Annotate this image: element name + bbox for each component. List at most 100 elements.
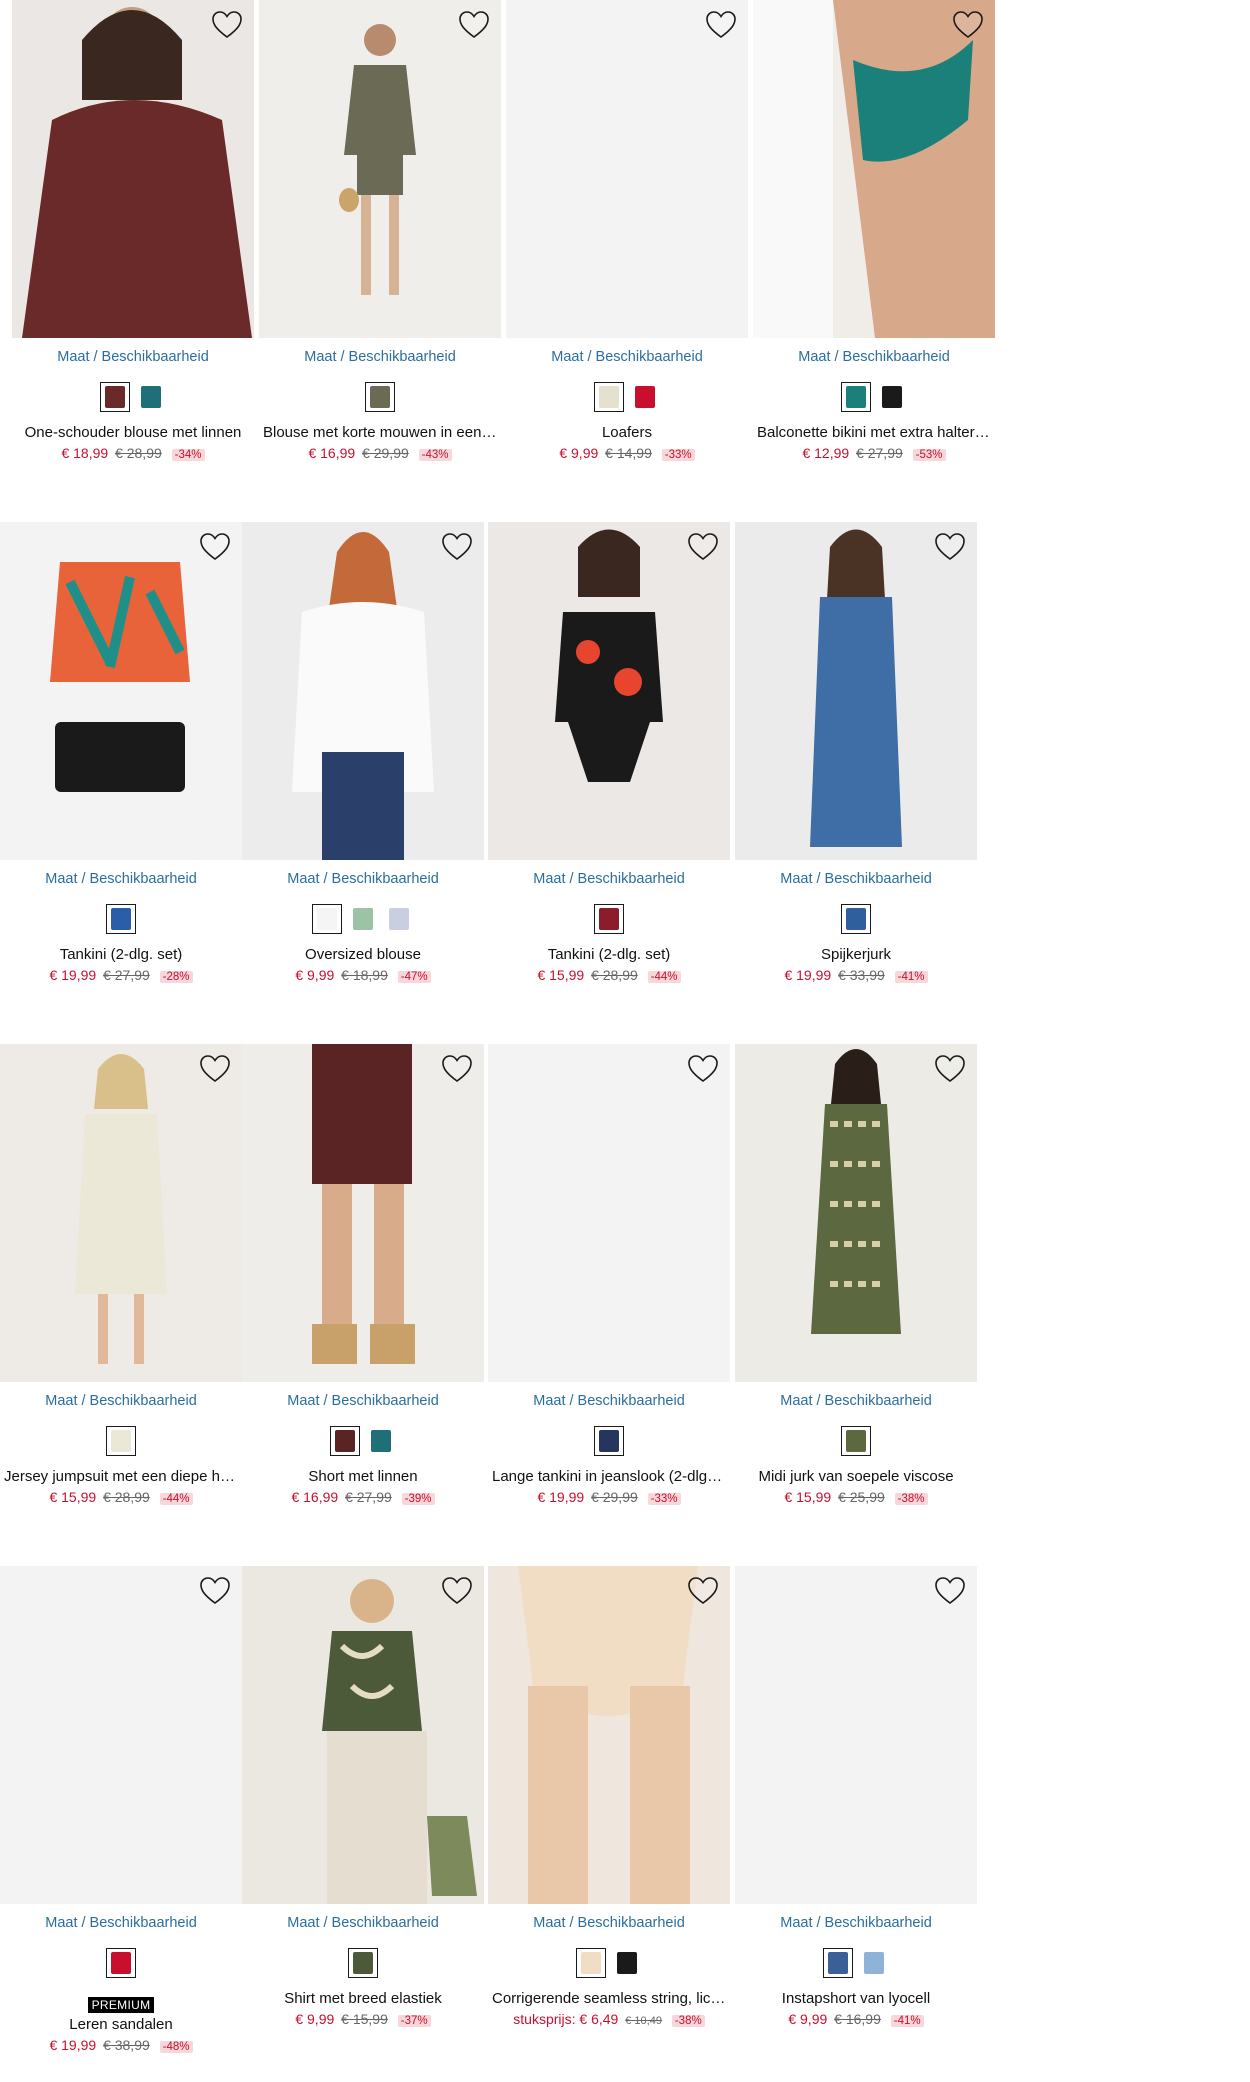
product-image[interactable] xyxy=(242,1566,484,1904)
product-image-container[interactable] xyxy=(0,1566,242,1904)
product-name[interactable]: Balconette bikini met extra halter ... xyxy=(757,424,991,441)
product-card[interactable]: Maat / Beschikbaarheid One-schouder blou… xyxy=(12,0,254,470)
favorite-heart-icon[interactable] xyxy=(951,8,985,42)
size-availability-link[interactable]: Maat / Beschikbaarheid xyxy=(0,1393,242,1409)
color-swatch[interactable] xyxy=(841,904,871,934)
product-image[interactable] xyxy=(242,1044,484,1382)
color-swatch[interactable] xyxy=(594,1426,624,1456)
product-image[interactable] xyxy=(488,522,730,860)
favorite-heart-icon[interactable] xyxy=(198,1052,232,1086)
product-image-container[interactable] xyxy=(488,1044,730,1382)
product-image-container[interactable] xyxy=(488,522,730,860)
color-swatch[interactable] xyxy=(841,382,871,412)
product-image[interactable] xyxy=(259,0,501,338)
product-name[interactable]: Lange tankini in jeanslook (2-dlg. set) xyxy=(492,1468,726,1485)
size-availability-link[interactable]: Maat / Beschikbaarheid xyxy=(488,1393,730,1409)
size-availability-link[interactable]: Maat / Beschikbaarheid xyxy=(12,349,254,365)
size-availability-link[interactable]: Maat / Beschikbaarheid xyxy=(506,349,748,365)
product-image-container[interactable] xyxy=(753,0,995,338)
product-image-container[interactable] xyxy=(242,1566,484,1904)
product-name[interactable]: Tankini (2-dlg. set) xyxy=(492,946,726,963)
color-swatch[interactable] xyxy=(594,904,624,934)
color-swatch[interactable] xyxy=(100,382,130,412)
color-swatch[interactable] xyxy=(859,1948,889,1978)
product-name[interactable]: Leren sandalen xyxy=(4,2016,238,2033)
size-availability-link[interactable]: Maat / Beschikbaarheid xyxy=(242,1915,484,1931)
product-image-container[interactable] xyxy=(0,522,242,860)
favorite-heart-icon[interactable] xyxy=(704,8,738,42)
color-swatch[interactable] xyxy=(312,904,342,934)
product-image-container[interactable] xyxy=(0,1044,242,1382)
product-image-container[interactable] xyxy=(259,0,501,338)
favorite-heart-icon[interactable] xyxy=(933,1052,967,1086)
product-name[interactable]: Tankini (2-dlg. set) xyxy=(4,946,238,963)
product-card[interactable]: Maat / Beschikbaarheid Balconette bikini… xyxy=(753,0,995,470)
color-swatch[interactable] xyxy=(348,904,378,934)
color-swatch[interactable] xyxy=(877,382,907,412)
product-image-container[interactable] xyxy=(242,1044,484,1382)
product-name[interactable]: Shirt met breed elastiek xyxy=(246,1990,480,2007)
size-availability-link[interactable]: Maat / Beschikbaarheid xyxy=(259,349,501,365)
product-image-container[interactable] xyxy=(735,1044,977,1382)
size-availability-link[interactable]: Maat / Beschikbaarheid xyxy=(488,1915,730,1931)
product-card[interactable]: Maat / Beschikbaarheid Short met linnen … xyxy=(242,1044,484,1514)
product-name[interactable]: Oversized blouse xyxy=(246,946,480,963)
color-swatch[interactable] xyxy=(366,1426,396,1456)
product-name[interactable]: Blouse met korte mouwen in een vi... xyxy=(263,424,497,441)
product-card[interactable]: Maat / Beschikbaarheid Oversized blouse … xyxy=(242,522,484,992)
color-swatch[interactable] xyxy=(348,1948,378,1978)
product-image-container[interactable] xyxy=(506,0,748,338)
product-name[interactable]: Short met linnen xyxy=(246,1468,480,1485)
product-card[interactable]: Maat / Beschikbaarheid Tankini (2-dlg. s… xyxy=(488,522,730,992)
product-image[interactable] xyxy=(506,0,748,338)
product-name[interactable]: Spijkerjurk xyxy=(739,946,973,963)
product-image[interactable] xyxy=(488,1044,730,1382)
favorite-heart-icon[interactable] xyxy=(933,1574,967,1608)
favorite-heart-icon[interactable] xyxy=(457,8,491,42)
product-card[interactable]: Maat / Beschikbaarheid Blouse met korte … xyxy=(259,0,501,470)
product-image-container[interactable] xyxy=(242,522,484,860)
product-image[interactable] xyxy=(753,0,995,338)
product-card[interactable]: Maat / Beschikbaarheid Jersey jumpsuit m… xyxy=(0,1044,242,1514)
product-name[interactable]: One-schouder blouse met linnen xyxy=(16,424,250,441)
color-swatch[interactable] xyxy=(106,904,136,934)
product-card[interactable]: Maat / Beschikbaarheid Spijkerjurk € 19,… xyxy=(735,522,977,992)
size-availability-link[interactable]: Maat / Beschikbaarheid xyxy=(735,1915,977,1931)
favorite-heart-icon[interactable] xyxy=(198,530,232,564)
product-image[interactable] xyxy=(735,1044,977,1382)
size-availability-link[interactable]: Maat / Beschikbaarheid xyxy=(735,1393,977,1409)
product-image[interactable] xyxy=(488,1566,730,1904)
product-card[interactable]: Maat / Beschikbaarheid Midi jurk van soe… xyxy=(735,1044,977,1514)
color-swatch[interactable] xyxy=(136,382,166,412)
favorite-heart-icon[interactable] xyxy=(440,530,474,564)
size-availability-link[interactable]: Maat / Beschikbaarheid xyxy=(735,871,977,887)
favorite-heart-icon[interactable] xyxy=(440,1574,474,1608)
product-image-container[interactable] xyxy=(735,522,977,860)
size-availability-link[interactable]: Maat / Beschikbaarheid xyxy=(242,1393,484,1409)
product-card[interactable]: Maat / Beschikbaarheid Corrigerende seam… xyxy=(488,1566,730,2036)
product-image[interactable] xyxy=(242,522,484,860)
product-image[interactable] xyxy=(0,1566,242,1904)
product-image-container[interactable] xyxy=(488,1566,730,1904)
product-image-container[interactable] xyxy=(12,0,254,338)
favorite-heart-icon[interactable] xyxy=(686,1574,720,1608)
product-image[interactable] xyxy=(0,1044,242,1382)
favorite-heart-icon[interactable] xyxy=(933,530,967,564)
favorite-heart-icon[interactable] xyxy=(210,8,244,42)
size-availability-link[interactable]: Maat / Beschikbaarheid xyxy=(0,871,242,887)
size-availability-link[interactable]: Maat / Beschikbaarheid xyxy=(488,871,730,887)
favorite-heart-icon[interactable] xyxy=(440,1052,474,1086)
color-swatch[interactable] xyxy=(594,382,624,412)
product-name[interactable]: Jersey jumpsuit met een diepe hals xyxy=(4,1468,238,1485)
favorite-heart-icon[interactable] xyxy=(686,530,720,564)
size-availability-link[interactable]: Maat / Beschikbaarheid xyxy=(242,871,484,887)
product-card[interactable]: Maat / Beschikbaarheid Tankini (2-dlg. s… xyxy=(0,522,242,992)
favorite-heart-icon[interactable] xyxy=(198,1574,232,1608)
product-image-container[interactable] xyxy=(735,1566,977,1904)
size-availability-link[interactable]: Maat / Beschikbaarheid xyxy=(753,349,995,365)
color-swatch[interactable] xyxy=(630,382,660,412)
product-name[interactable]: Corrigerende seamless string, licht ... xyxy=(492,1990,726,2007)
color-swatch[interactable] xyxy=(106,1426,136,1456)
color-swatch[interactable] xyxy=(841,1426,871,1456)
product-image[interactable] xyxy=(735,1566,977,1904)
